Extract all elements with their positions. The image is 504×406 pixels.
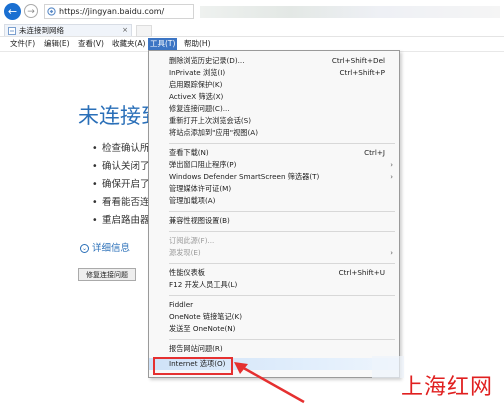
menu-item-downloads[interactable]: 查看下载(N) Ctrl+J (169, 147, 397, 159)
back-button[interactable]: ← (4, 3, 21, 20)
address-bar: ← → https://jingyan.baidu.com/ (0, 0, 504, 24)
menu-item-smartscreen[interactable]: Windows Defender SmartScreen 筛选器(T) › (169, 171, 397, 183)
chevron-right-icon: › (390, 173, 393, 181)
list-item: 看看能否连 (92, 194, 150, 212)
tab-label: 未连接到网络 (19, 26, 64, 35)
menu-separator (169, 231, 395, 232)
menu-separator (169, 263, 395, 264)
page-icon (8, 27, 16, 35)
menu-item-onenote-linked[interactable]: OneNote 链接笔记(K) (169, 311, 397, 323)
menu-item-fix-connection[interactable]: 修复连接问题(C)... (169, 103, 397, 115)
menu-item-send-onenote[interactable]: 发送至 OneNote(N) (169, 323, 397, 335)
tools-menu: 删除浏览历史记录(D)... Ctrl+Shift+Del InPrivate 浏… (148, 50, 400, 378)
watermark: 上海红网 (401, 375, 494, 400)
menu-item-feed-discovery[interactable]: 源发现(E) › (169, 247, 397, 259)
close-icon[interactable]: × (122, 25, 128, 36)
menu-item-reopen-session[interactable]: 重新打开上次浏览会话(S) (169, 115, 397, 127)
new-tab-button[interactable] (136, 25, 152, 37)
menu-edit[interactable]: 编辑(E) (42, 38, 72, 50)
menu-item-compat-view[interactable]: 兼容性视图设置(B) (169, 215, 397, 227)
list-item: 确认关闭了 (92, 158, 150, 176)
menu-item-delete-history[interactable]: 删除浏览历史记录(D)... Ctrl+Shift+Del (169, 55, 397, 67)
menu-item-add-to-apps[interactable]: 将站点添加到"应用"视图(A) (169, 127, 397, 139)
chevron-right-icon: › (390, 249, 393, 257)
details-link[interactable]: ⌄ 详细信息 (80, 240, 130, 254)
menu-item-activex[interactable]: ActiveX 筛选(X) (169, 91, 397, 103)
list-item: 重启路由器 (92, 212, 150, 230)
fix-connection-button[interactable]: 修复连接问题 (78, 268, 136, 281)
url-text: https://jingyan.baidu.com/ (59, 7, 165, 16)
menu-favorites[interactable]: 收藏夹(A) (110, 38, 147, 50)
tab-bar: 未连接到网络 × (0, 24, 504, 37)
site-icon (47, 7, 56, 16)
suggestion-list: 检查确认所 确认关闭了 确保开启了 看看能否连 重启路由器 (92, 140, 150, 230)
menu-item-f12-tools[interactable]: F12 开发人员工具(L) (169, 279, 397, 291)
chevron-down-icon: ⌄ (80, 244, 89, 253)
details-label: 详细信息 (92, 243, 131, 254)
menu-item-subscribe-feed[interactable]: 订阅此源(F)... (169, 235, 397, 247)
list-item: 确保开启了 (92, 176, 150, 194)
menu-item-tracking-protection[interactable]: 启用跟踪保护(K) (169, 79, 397, 91)
blurred-region (372, 356, 404, 378)
menu-item-inprivate[interactable]: InPrivate 浏览(I) Ctrl+Shift+P (169, 67, 397, 79)
url-input[interactable]: https://jingyan.baidu.com/ (44, 4, 194, 19)
menu-help[interactable]: 帮助(H) (182, 38, 213, 50)
menu-tools[interactable]: 工具(T) (148, 38, 178, 50)
menu-item-addons[interactable]: 管理加载项(A) (169, 195, 397, 207)
menu-view[interactable]: 查看(V) (76, 38, 106, 50)
tab-active[interactable]: 未连接到网络 × (4, 24, 132, 36)
highlight-box (153, 357, 233, 375)
menu-item-performance[interactable]: 性能仪表板 Ctrl+Shift+U (169, 267, 397, 279)
menu-item-report-problem[interactable]: 报告网站问题(R) (169, 343, 397, 355)
list-item: 检查确认所 (92, 140, 150, 158)
red-arrow-icon (234, 362, 305, 404)
menu-item-popup-blocker[interactable]: 弹出窗口阻止程序(P) › (169, 159, 397, 171)
menu-file[interactable]: 文件(F) (8, 38, 37, 50)
menu-separator (169, 339, 395, 340)
menu-separator (169, 295, 395, 296)
blurred-region (200, 6, 500, 18)
forward-button[interactable]: → (24, 4, 38, 18)
menu-separator (169, 211, 395, 212)
menu-item-fiddler[interactable]: Fiddler (169, 299, 397, 311)
chevron-right-icon: › (390, 161, 393, 169)
menu-separator (169, 143, 395, 144)
menu-item-media-license[interactable]: 管理媒体许可证(M) (169, 183, 397, 195)
